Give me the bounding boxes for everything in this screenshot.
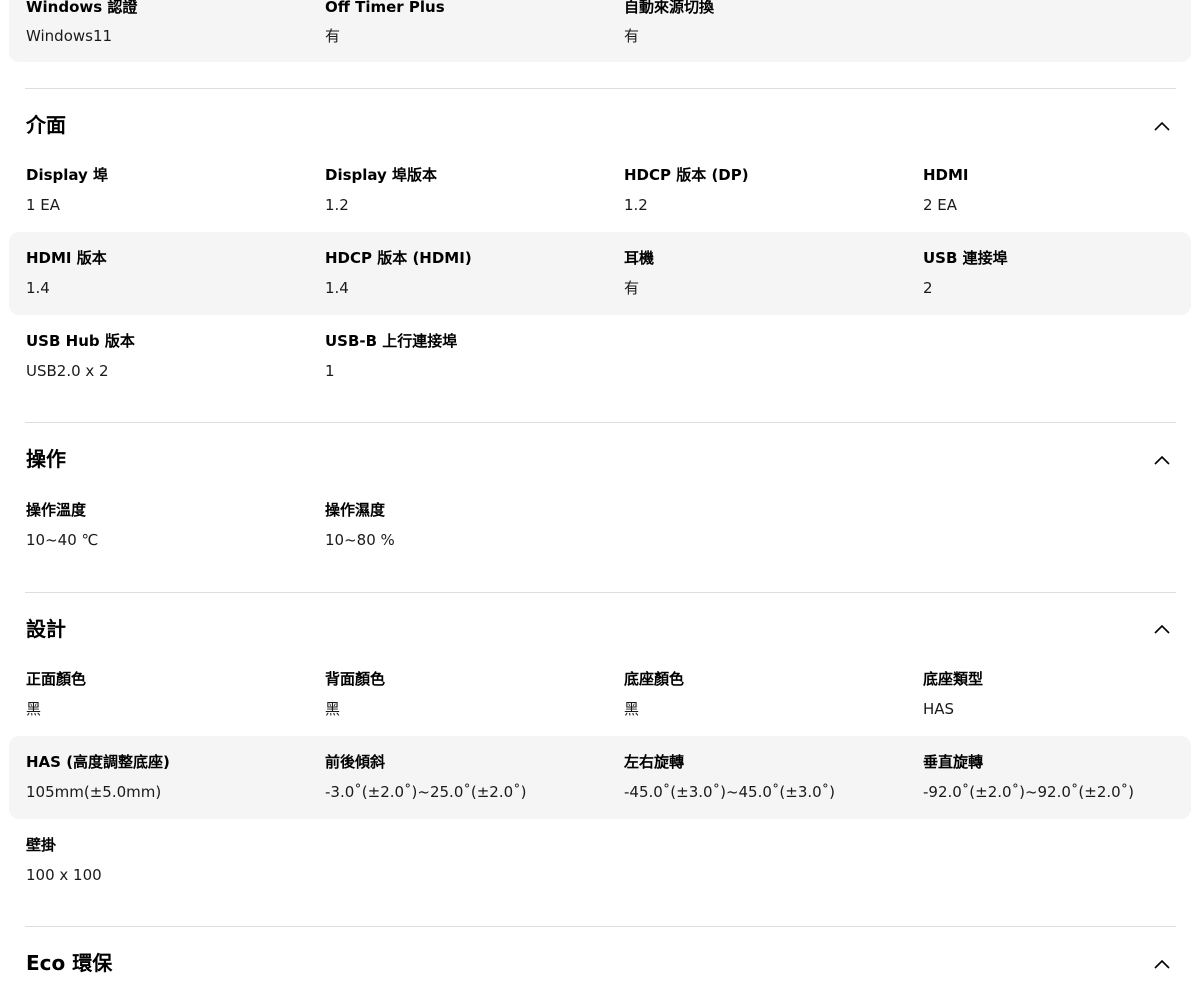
spec-label: USB 連接埠: [923, 249, 1008, 267]
section-title-interface[interactable]: 介面: [26, 111, 66, 139]
spec-value: 黑: [26, 700, 42, 718]
spec-label: 自動來源切換: [624, 0, 715, 16]
spec-value: 100 x 100: [26, 866, 102, 884]
spec-label: USB-B 上行連接埠: [325, 332, 458, 350]
spec-row: Display 埠 1 EA Display 埠版本 1.2 HDCP 版本 (…: [9, 149, 1191, 232]
spec-label: HAS (高度調整底座): [26, 753, 170, 771]
spec-row: 操作溫度 10~40 ℃ 操作濕度 10~80 %: [9, 484, 1191, 567]
spec-value: USB2.0 x 2: [26, 362, 109, 380]
spec-value: 1 EA: [26, 196, 61, 214]
section-title-design[interactable]: 設計: [26, 615, 66, 643]
spec-value: 1.4: [325, 279, 349, 297]
spec-value: -92.0˚(±2.0˚)~92.0˚(±2.0˚): [923, 783, 1135, 801]
section-divider: [25, 592, 1176, 593]
spec-value: 黑: [624, 700, 640, 718]
spec-label: HDCP 版本 (DP): [624, 166, 749, 184]
spec-label: HDMI: [923, 166, 969, 184]
spec-value: 1.2: [325, 196, 349, 214]
spec-value: 10~40 ℃: [26, 531, 99, 549]
chevron-up-icon[interactable]: [1152, 116, 1172, 136]
spec-row: Windows 認證 Windows11 Off Timer Plus 有 自動…: [9, 0, 1191, 62]
spec-label: Display 埠: [26, 166, 109, 184]
section-title-eco[interactable]: Eco 環保: [26, 949, 112, 977]
chevron-up-icon[interactable]: [1152, 954, 1172, 974]
spec-label: USB Hub 版本: [26, 332, 135, 350]
spec-row: 正面顏色 黑 背面顏色 黑 底座顏色 黑 底座類型 HAS: [9, 653, 1191, 736]
spec-label: 底座類型: [923, 670, 984, 688]
spec-value: 10~80 %: [325, 531, 395, 549]
spec-label: 耳機: [624, 249, 655, 267]
spec-value: 1.4: [26, 279, 50, 297]
spec-value: 黑: [325, 700, 341, 718]
spec-label: 操作濕度: [325, 501, 386, 519]
spec-label: 左右旋轉: [624, 753, 685, 771]
chevron-up-icon[interactable]: [1152, 619, 1172, 639]
spec-value: 1.2: [624, 196, 648, 214]
section-title-operation[interactable]: 操作: [26, 445, 66, 473]
spec-label: Off Timer Plus: [325, 0, 445, 16]
spec-value: -45.0˚(±3.0˚)~45.0˚(±3.0˚): [624, 783, 836, 801]
spec-label: 背面顏色: [325, 670, 386, 688]
spec-row: 壁掛 100 x 100: [9, 819, 1191, 902]
section-divider: [25, 926, 1176, 927]
spec-label: HDMI 版本: [26, 249, 107, 267]
spec-label: 底座顏色: [624, 670, 685, 688]
spec-value: Windows11: [26, 27, 113, 45]
spec-label: 壁掛: [26, 836, 57, 854]
spec-value: -3.0˚(±2.0˚)~25.0˚(±2.0˚): [325, 783, 527, 801]
spec-value: 105mm(±5.0mm): [26, 783, 162, 801]
spec-row: HDMI 版本 1.4 HDCP 版本 (HDMI) 1.4 耳機 有 USB …: [9, 232, 1191, 315]
spec-row: USB Hub 版本 USB2.0 x 2 USB-B 上行連接埠 1: [9, 315, 1191, 398]
spec-label: 正面顏色: [26, 670, 87, 688]
chevron-up-icon[interactable]: [1152, 450, 1172, 470]
spec-value: 2: [923, 279, 933, 297]
spec-row: HAS (高度調整底座) 105mm(±5.0mm) 前後傾斜 -3.0˚(±2…: [9, 736, 1191, 819]
spec-label: Windows 認證: [26, 0, 138, 16]
spec-value: HAS: [923, 700, 955, 718]
spec-value: 有: [624, 27, 640, 45]
spec-label: 操作溫度: [26, 501, 87, 519]
spec-value: 有: [624, 279, 640, 297]
spec-label: 前後傾斜: [325, 753, 386, 771]
spec-label: HDCP 版本 (HDMI): [325, 249, 472, 267]
section-divider: [25, 422, 1176, 423]
spec-value: 有: [325, 27, 341, 45]
spec-label: Display 埠版本: [325, 166, 438, 184]
spec-label: 垂直旋轉: [923, 753, 984, 771]
spec-value: 2 EA: [923, 196, 958, 214]
spec-value: 1: [325, 362, 335, 380]
section-divider: [25, 88, 1176, 89]
